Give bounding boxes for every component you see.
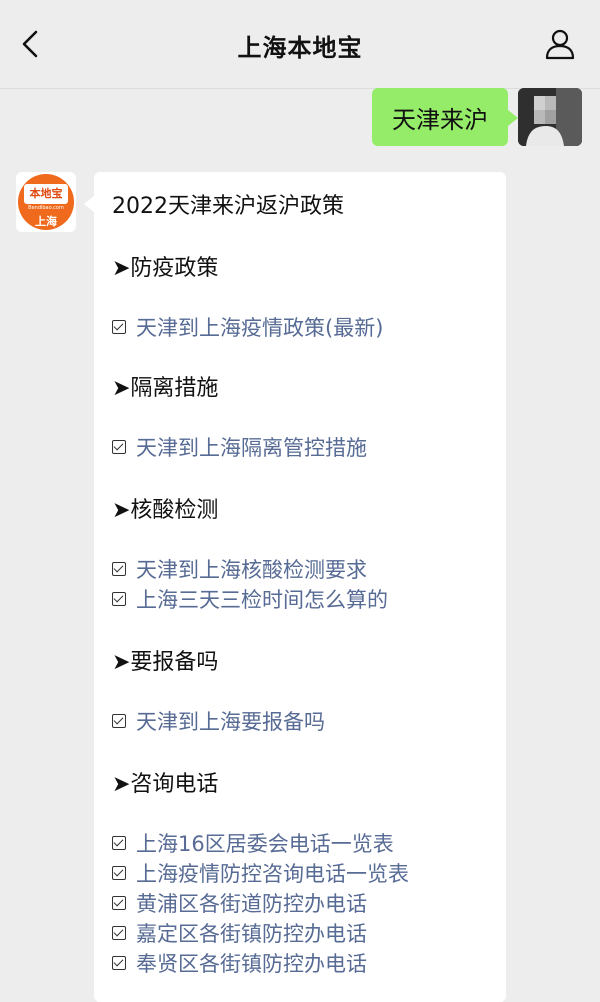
policy-link[interactable]: 天津到上海核酸检测要求	[112, 554, 367, 584]
section-heading: ➤隔离措施	[112, 376, 219, 401]
policy-link[interactable]: 上海三天三检时间怎么算的	[112, 584, 388, 614]
logo-domain-text: Bendibao.com	[28, 205, 64, 211]
checkbox-icon	[112, 320, 126, 334]
policy-link[interactable]: 天津到上海要报备吗	[112, 706, 325, 736]
checkbox-icon	[112, 714, 126, 728]
logo-city-text: 上海	[35, 215, 57, 228]
policy-link[interactable]: 黄浦区各街道防控办电话	[112, 888, 367, 918]
policy-link[interactable]: 嘉定区各街镇防控办电话	[112, 918, 367, 948]
checkbox-icon	[112, 836, 126, 850]
link-text: 奉贤区各街镇防控办电话	[136, 952, 367, 976]
reply-title: 2022天津来沪返沪政策	[112, 194, 344, 219]
person-icon	[545, 29, 575, 60]
top-nav-bar: 上海本地宝	[0, 0, 600, 89]
link-text: 上海三天三检时间怎么算的	[136, 588, 388, 612]
checkbox-icon	[112, 956, 126, 970]
checkbox-icon	[112, 440, 126, 454]
link-text: 上海疫情防控咨询电话一览表	[136, 862, 409, 886]
checkbox-icon	[112, 896, 126, 910]
checkbox-icon	[112, 592, 126, 606]
section-heading: ➤要报备吗	[112, 650, 219, 675]
link-text: 嘉定区各街镇防控办电话	[136, 922, 367, 946]
policy-link[interactable]: 上海疫情防控咨询电话一览表	[112, 858, 409, 888]
bendibao-logo: 本地宝 Bendibao.com 上海	[18, 174, 74, 230]
section-heading: ➤咨询电话	[112, 772, 219, 797]
my-avatar[interactable]	[518, 88, 582, 146]
page-title: 上海本地宝	[237, 34, 363, 62]
my-message-bubble[interactable]: 天津来沪	[372, 88, 518, 146]
reply-message-bubble: 2022天津来沪返沪政策 ➤防疫政策 天津到上海疫情政策(最新) ➤隔离措施 天…	[84, 172, 506, 1002]
policy-link[interactable]: 天津到上海疫情政策(最新)	[112, 312, 383, 342]
profile-button[interactable]	[542, 26, 578, 62]
user-photo-icon	[518, 88, 582, 146]
policy-link[interactable]: 天津到上海隔离管控措施	[112, 432, 367, 462]
link-text: 天津到上海隔离管控措施	[136, 436, 367, 460]
logo-brand-text: 本地宝	[24, 184, 68, 204]
section-heading: ➤防疫政策	[112, 256, 219, 281]
checkbox-icon	[112, 926, 126, 940]
policy-link[interactable]: 上海16区居委会电话一览表	[112, 828, 394, 858]
official-account-avatar[interactable]: 本地宝 Bendibao.com 上海	[16, 172, 76, 232]
section-heading: ➤核酸检测	[112, 498, 219, 523]
checkbox-icon	[112, 866, 126, 880]
link-text: 天津到上海疫情政策(最新)	[136, 316, 384, 340]
my-message-text: 天津来沪	[392, 105, 488, 134]
policy-link[interactable]: 奉贤区各街镇防控办电话	[112, 948, 367, 978]
link-text: 天津到上海要报备吗	[136, 710, 325, 734]
link-text: 黄浦区各街道防控办电话	[136, 892, 367, 916]
link-text: 上海16区居委会电话一览表	[136, 832, 394, 856]
checkbox-icon	[112, 562, 126, 576]
link-text: 天津到上海核酸检测要求	[136, 558, 367, 582]
